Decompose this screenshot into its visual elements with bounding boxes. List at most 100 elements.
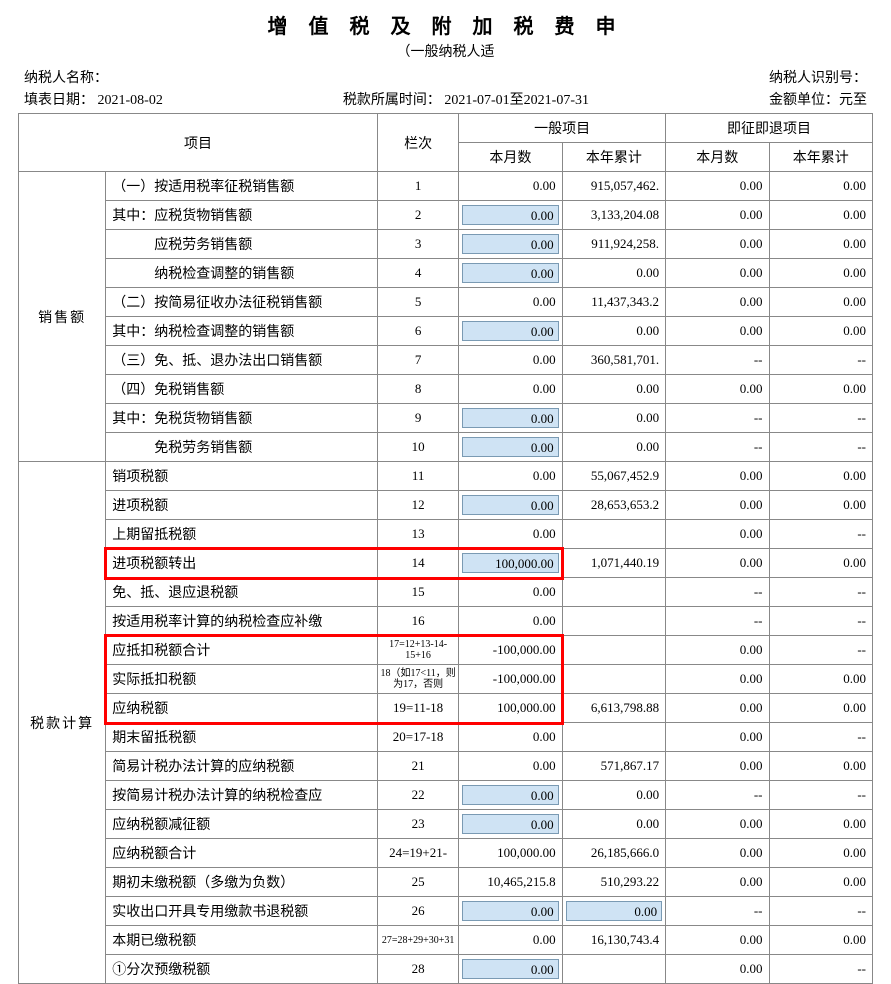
- seq-col: 6: [378, 317, 459, 346]
- table-row: 按适用税率计算的纳税检查应补缴160.00----: [19, 607, 873, 636]
- page-title: 增 值 税 及 附 加 税 费 申: [18, 10, 873, 39]
- general-year: 0.00: [562, 810, 665, 839]
- general-year: [562, 665, 665, 694]
- period-label: 税款所属时间：: [343, 93, 441, 108]
- group-label: 销售额: [19, 172, 106, 462]
- group-label: 税款计算: [19, 462, 106, 984]
- item-label: 纳税检查调整的销售额: [106, 259, 378, 288]
- item-label: 应抵扣税额合计: [106, 636, 378, 665]
- refund-month: 0.00: [666, 723, 769, 752]
- general-year: [562, 607, 665, 636]
- item-label: 销项税额: [106, 462, 378, 491]
- table-row: 免税劳务销售额100.000.00----: [19, 433, 873, 462]
- seq-col: 27=28+29+30+31: [378, 926, 459, 955]
- item-label: （二）按简易征收办法征税销售额: [106, 288, 378, 317]
- general-year: 0.00: [562, 317, 665, 346]
- item-label: 应纳税额: [106, 694, 378, 723]
- item-label: 按适用税率计算的纳税检查应补缴: [106, 607, 378, 636]
- refund-month: --: [666, 433, 769, 462]
- refund-year: 0.00: [769, 752, 872, 781]
- item-label: 其中：应税货物销售额: [106, 201, 378, 230]
- general-month[interactable]: 0.00: [459, 317, 562, 346]
- seq-col: 15: [378, 578, 459, 607]
- general-month: -100,000.00: [459, 665, 562, 694]
- general-month[interactable]: 0.00: [459, 259, 562, 288]
- general-month: 0.00: [459, 520, 562, 549]
- general-year: 510,293.22: [562, 868, 665, 897]
- item-label: ①分次预缴税额: [106, 955, 378, 984]
- seq-col: 26: [378, 897, 459, 926]
- seq-col: 17=12+13-14-15+16: [378, 636, 459, 665]
- seq-col: 5: [378, 288, 459, 317]
- table-row: 税款计算销项税额110.0055,067,452.90.000.00: [19, 462, 873, 491]
- table-row: 其中：应税货物销售额20.003,133,204.080.000.00: [19, 201, 873, 230]
- refund-year: 0.00: [769, 375, 872, 404]
- item-label: 应纳税额减征额: [106, 810, 378, 839]
- general-month: 0.00: [459, 723, 562, 752]
- general-month: -100,000.00: [459, 636, 562, 665]
- item-label: 实收出口开具专用缴款书退税额: [106, 897, 378, 926]
- general-month: 0.00: [459, 375, 562, 404]
- refund-month: 0.00: [666, 868, 769, 897]
- seq-col: 2: [378, 201, 459, 230]
- general-month[interactable]: 0.00: [459, 491, 562, 520]
- general-month: 0.00: [459, 462, 562, 491]
- refund-year: 0.00: [769, 491, 872, 520]
- refund-year: --: [769, 636, 872, 665]
- general-month[interactable]: 0.00: [459, 230, 562, 259]
- item-label: 其中：免税货物销售额: [106, 404, 378, 433]
- general-month[interactable]: 0.00: [459, 201, 562, 230]
- item-label: 进项税额转出: [106, 549, 378, 578]
- general-month: 0.00: [459, 346, 562, 375]
- general-year: 0.00: [562, 433, 665, 462]
- table-row: 其中：纳税检查调整的销售额60.000.000.000.00: [19, 317, 873, 346]
- general-month: 0.00: [459, 752, 562, 781]
- general-year: 26,185,666.0: [562, 839, 665, 868]
- refund-month: 0.00: [666, 636, 769, 665]
- refund-year: 0.00: [769, 288, 872, 317]
- general-month[interactable]: 0.00: [459, 781, 562, 810]
- table-row: （三）免、抵、退办法出口销售额70.00360,581,701.----: [19, 346, 873, 375]
- general-month[interactable]: 0.00: [459, 955, 562, 984]
- item-label: 按简易计税办法计算的纳税检查应: [106, 781, 378, 810]
- table-row: 应税劳务销售额30.00911,924,258.0.000.00: [19, 230, 873, 259]
- general-month[interactable]: 0.00: [459, 810, 562, 839]
- table-row: 期初未缴税额（多缴为负数）2510,465,215.8510,293.220.0…: [19, 868, 873, 897]
- table-row: （四）免税销售额80.000.000.000.00: [19, 375, 873, 404]
- item-label: 进项税额: [106, 491, 378, 520]
- seq-col: 13: [378, 520, 459, 549]
- general-year: 0.00: [562, 375, 665, 404]
- refund-month: 0.00: [666, 317, 769, 346]
- refund-year: 0.00: [769, 839, 872, 868]
- refund-month: --: [666, 346, 769, 375]
- col-month-1: 本月数: [459, 143, 562, 172]
- refund-year: 0.00: [769, 810, 872, 839]
- general-year: 911,924,258.: [562, 230, 665, 259]
- general-month[interactable]: 0.00: [459, 897, 562, 926]
- general-month: 0.00: [459, 607, 562, 636]
- general-year: 360,581,701.: [562, 346, 665, 375]
- general-year[interactable]: 0.00: [562, 897, 665, 926]
- refund-month: 0.00: [666, 839, 769, 868]
- fill-date-value: 2021-08-02: [98, 93, 163, 108]
- refund-month: 0.00: [666, 665, 769, 694]
- seq-col: 8: [378, 375, 459, 404]
- taxpayer-id-label: 纳税人识别号：: [769, 67, 867, 87]
- refund-year: 0.00: [769, 926, 872, 955]
- seq-col: 21: [378, 752, 459, 781]
- taxpayer-name-label: 纳税人名称：: [24, 67, 108, 87]
- general-year: [562, 723, 665, 752]
- seq-col: 12: [378, 491, 459, 520]
- refund-year: --: [769, 520, 872, 549]
- general-year: 0.00: [562, 781, 665, 810]
- item-label: （一）按适用税率征税销售额: [106, 172, 378, 201]
- seq-col: 9: [378, 404, 459, 433]
- refund-year: --: [769, 607, 872, 636]
- seq-col: 23: [378, 810, 459, 839]
- general-month[interactable]: 0.00: [459, 433, 562, 462]
- general-month[interactable]: 100,000.00: [459, 549, 562, 578]
- general-month[interactable]: 0.00: [459, 404, 562, 433]
- refund-month: 0.00: [666, 520, 769, 549]
- refund-year: 0.00: [769, 201, 872, 230]
- refund-month: --: [666, 607, 769, 636]
